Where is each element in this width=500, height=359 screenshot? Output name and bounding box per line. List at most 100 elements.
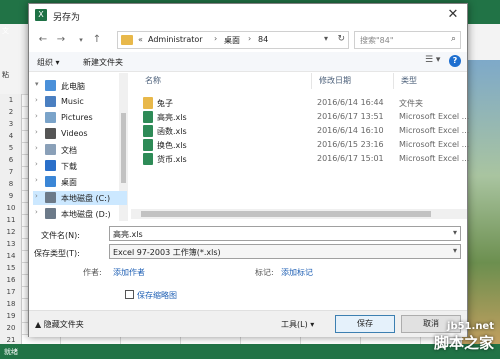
pictures-icon — [45, 112, 56, 123]
search-box[interactable]: 搜索"84" ⌕ — [354, 31, 461, 49]
chevron-right-icon[interactable]: › — [248, 34, 251, 43]
search-placeholder: 搜索"84" — [360, 36, 394, 45]
nav-item-1[interactable]: › Music — [33, 95, 127, 109]
search-icon[interactable]: ⌕ — [451, 34, 456, 44]
row-number[interactable]: 11 — [0, 216, 22, 224]
save-type-select[interactable]: Excel 97-2003 工作簿(*.xls) ▾ — [109, 244, 461, 259]
nav-item-8[interactable]: › 本地磁盘 (D:) — [33, 207, 127, 221]
row-number[interactable]: 16 — [0, 276, 22, 284]
breadcrumb-84[interactable]: 84 — [258, 35, 268, 44]
row-number[interactable]: 15 — [0, 264, 22, 272]
nav-item-3[interactable]: › Videos — [33, 127, 127, 141]
row-number[interactable]: 7 — [0, 168, 22, 176]
nav-item-4[interactable]: › 文档 — [33, 143, 127, 157]
recent-locations-icon[interactable]: ▾ — [73, 32, 89, 48]
row-number[interactable]: 14 — [0, 252, 22, 260]
watermark-url: jb51.net — [447, 321, 494, 332]
nav-item-0[interactable]: ▾ 此电脑 — [33, 79, 127, 93]
column-header-type[interactable]: 类型 — [401, 75, 417, 86]
paste-button[interactable]: 粘 — [2, 70, 9, 80]
scrollbar-thumb[interactable] — [141, 211, 431, 217]
add-tag-link[interactable]: 添加标记 — [281, 267, 313, 278]
tools-menu-button[interactable]: 工具(L) ▾ — [281, 319, 314, 330]
breadcrumb-overflow[interactable]: « — [138, 35, 143, 44]
view-options-icon[interactable]: ☰ ▾ — [425, 55, 440, 65]
help-icon[interactable]: ? — [449, 55, 461, 67]
chevron-right-icon[interactable]: › — [35, 128, 38, 136]
file-row[interactable]: 货币.xls 2016/6/17 15:01 Microsoft Excel ... — [141, 152, 471, 166]
chevron-right-icon[interactable]: › — [35, 160, 38, 168]
chevron-right-icon[interactable]: › — [35, 112, 38, 120]
save-type-value[interactable]: Excel 97-2003 工作簿(*.xls) — [113, 247, 221, 258]
column-divider[interactable] — [311, 73, 312, 89]
chevron-down-icon[interactable]: ▾ — [453, 246, 457, 255]
chevron-right-icon[interactable]: › — [35, 208, 38, 216]
filename-input[interactable]: 高亮.xls ▾ — [109, 226, 461, 241]
chevron-down-icon[interactable]: ▾ — [35, 80, 39, 88]
forward-button[interactable]: → — [53, 32, 69, 48]
up-button[interactable]: ↑ — [89, 32, 105, 48]
ribbon-file-tab[interactable]: 文 — [2, 26, 9, 36]
chevron-right-icon[interactable]: › — [214, 34, 217, 43]
row-number[interactable]: 19 — [0, 312, 22, 320]
file-list-scrollbar[interactable] — [131, 209, 467, 219]
navigation-bar: ← → ▾ ↑ « Administrator › 桌面 › 84 ▾ ↻ 搜索… — [29, 28, 467, 52]
chevron-right-icon[interactable]: › — [35, 144, 38, 152]
breadcrumb-administrator[interactable]: Administrator — [148, 35, 203, 44]
dialog-title: 另存为 — [53, 13, 81, 23]
filename-value[interactable]: 高亮.xls — [113, 229, 143, 240]
row-number[interactable]: 9 — [0, 192, 22, 200]
nav-item-7[interactable]: › 本地磁盘 (C:) — [33, 191, 127, 205]
save-thumbnail-label[interactable]: 保存缩略图 — [137, 290, 177, 301]
file-type: Microsoft Excel ... — [399, 140, 470, 149]
nav-item-6[interactable]: › 桌面 — [33, 175, 127, 189]
save-as-dialog: X 另存为 ✕ ← → ▾ ↑ « Administrator › 桌面 › 8… — [28, 3, 471, 337]
file-name[interactable]: 函数.xls — [157, 126, 187, 137]
row-number[interactable]: 4 — [0, 132, 22, 140]
hide-folders-button[interactable]: ▲ 隐藏文件夹 — [35, 319, 84, 330]
file-name[interactable]: 货币.xls — [157, 154, 187, 165]
nav-item-2[interactable]: › Pictures — [33, 111, 127, 125]
row-number[interactable]: 6 — [0, 156, 22, 164]
row-number[interactable]: 10 — [0, 204, 22, 212]
organize-button[interactable]: 组织 ▾ — [37, 57, 60, 68]
drive-c-icon — [45, 192, 56, 203]
row-number[interactable]: 18 — [0, 300, 22, 308]
close-button[interactable]: ✕ — [445, 7, 461, 23]
file-name[interactable]: 换色.xls — [157, 140, 187, 151]
file-row[interactable]: 函数.xls 2016/6/14 16:10 Microsoft Excel ... — [141, 124, 471, 138]
row-number[interactable]: 12 — [0, 228, 22, 236]
row-number[interactable]: 3 — [0, 120, 22, 128]
chevron-right-icon[interactable]: › — [35, 96, 38, 104]
save-thumbnail-checkbox[interactable] — [125, 290, 134, 299]
save-button[interactable]: 保存 — [335, 315, 395, 333]
dialog-title-bar[interactable]: X 另存为 ✕ — [29, 4, 467, 26]
row-number[interactable]: 5 — [0, 144, 22, 152]
address-bar[interactable]: « Administrator › 桌面 › 84 ▾ ↻ — [117, 31, 349, 49]
row-number[interactable]: 8 — [0, 180, 22, 188]
nav-item-5[interactable]: › 下载 — [33, 159, 127, 173]
chevron-right-icon[interactable]: › — [35, 192, 38, 200]
back-button[interactable]: ← — [35, 32, 51, 48]
file-name[interactable]: 高亮.xls — [157, 112, 187, 123]
chevron-right-icon[interactable]: › — [35, 176, 38, 184]
file-row[interactable]: 高亮.xls 2016/6/17 13:51 Microsoft Excel ... — [141, 110, 471, 124]
row-number[interactable]: 17 — [0, 288, 22, 296]
chevron-down-icon[interactable]: ▾ — [324, 34, 328, 43]
column-divider[interactable] — [393, 73, 394, 89]
file-row[interactable]: 兔子 2016/6/14 16:44 文件夹 — [141, 96, 471, 110]
row-number[interactable]: 2 — [0, 108, 22, 116]
row-number[interactable]: 21 — [0, 336, 22, 344]
breadcrumb-desktop[interactable]: 桌面 — [224, 35, 240, 46]
new-folder-button[interactable]: 新建文件夹 — [83, 57, 123, 68]
refresh-icon[interactable]: ↻ — [337, 34, 345, 44]
column-header-date[interactable]: 修改日期 — [319, 75, 351, 86]
row-number[interactable]: 1 — [0, 96, 22, 104]
column-header-name[interactable]: 名称 — [145, 75, 161, 86]
file-row[interactable]: 换色.xls 2016/6/15 23:16 Microsoft Excel ... — [141, 138, 471, 152]
row-number[interactable]: 13 — [0, 240, 22, 248]
row-number[interactable]: 20 — [0, 324, 22, 332]
chevron-down-icon[interactable]: ▾ — [453, 228, 457, 237]
file-name[interactable]: 兔子 — [157, 98, 173, 109]
add-author-link[interactable]: 添加作者 — [113, 267, 145, 278]
